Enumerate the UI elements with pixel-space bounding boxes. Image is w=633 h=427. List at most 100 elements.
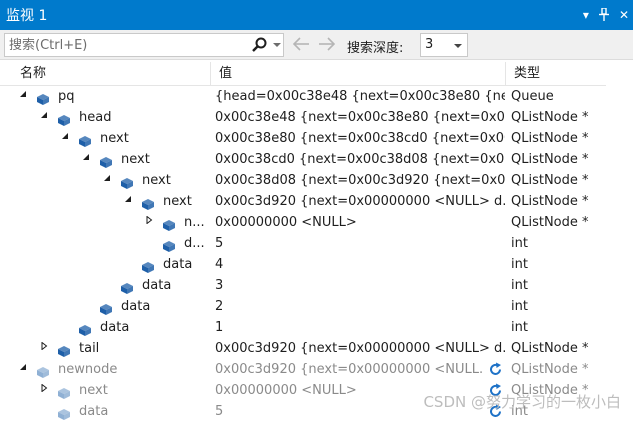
row-type: QListNode *	[511, 362, 589, 377]
row-name: pq	[58, 89, 75, 104]
search-depth-label: 搜索深度:	[347, 41, 404, 56]
row-value[interactable]: 0x00c3d920 {next=0x00000000 <NULL> d...	[215, 338, 505, 359]
search-forward-icon[interactable]	[318, 36, 336, 56]
column-header-type[interactable]: 类型	[506, 62, 606, 85]
row-value[interactable]: 3	[215, 275, 505, 296]
watch-row[interactable]: newnode 0x00c3d920 {next=0x00000000 <NULL…	[0, 359, 606, 380]
search-options-dropdown-icon[interactable]	[273, 43, 281, 47]
pin-icon[interactable]	[598, 6, 610, 23]
row-type: int	[511, 320, 528, 335]
watch-row[interactable]: pq {head=0x00c38e48 {next=0x00c38e80 {ne.…	[0, 86, 606, 107]
window-title: 监视 1	[6, 8, 48, 24]
row-value[interactable]: 2	[215, 296, 505, 317]
row-type: QListNode *	[511, 194, 589, 209]
expanded-arrow-icon[interactable]	[60, 128, 70, 149]
watch-row[interactable]: next 0x00c38e80 {next=0x00c38cd0 {next=0x…	[0, 128, 606, 149]
row-name: next	[79, 383, 108, 398]
refresh-icon[interactable]	[488, 362, 503, 377]
search-box	[4, 33, 284, 57]
row-value[interactable]: 0x00c3d920 {next=0x00000000 <NULL...	[215, 359, 483, 380]
search-icon[interactable]	[251, 36, 269, 54]
collapsed-arrow-icon[interactable]	[144, 212, 154, 233]
row-type: QListNode *	[511, 131, 589, 146]
field-cube-icon	[121, 280, 133, 294]
watermark: CSDN @努力学习的一枚小白	[423, 393, 621, 411]
row-name: next	[100, 131, 129, 146]
row-name: d...	[184, 236, 205, 251]
collapsed-arrow-icon[interactable]	[39, 380, 49, 401]
chevron-down-icon	[454, 44, 462, 48]
field-cube-icon	[79, 133, 91, 147]
watch-row[interactable]: data 2 int	[0, 296, 606, 317]
watch-row[interactable]: tail 0x00c3d920 {next=0x00000000 <NULL> d…	[0, 338, 606, 359]
search-backward-icon[interactable]	[292, 36, 310, 56]
row-value[interactable]: 0x00c38e80 {next=0x00c38cd0 {next=0x00..…	[215, 128, 505, 149]
row-name: newnode	[58, 362, 118, 377]
row-value[interactable]: 0x00000000 <NULL>	[215, 212, 505, 233]
row-value[interactable]: 0x00c3d920 {next=0x00000000 <NULL> d...	[215, 191, 505, 212]
expanded-arrow-icon[interactable]	[81, 149, 91, 170]
row-type: QListNode *	[511, 152, 589, 167]
watch-row[interactable]: data 1 int	[0, 317, 606, 338]
search-input[interactable]	[5, 34, 249, 56]
search-depth-select[interactable]: 3	[420, 33, 468, 57]
row-value[interactable]: {head=0x00c38e48 {next=0x00c38e80 {ne...	[215, 86, 505, 107]
field-cube-icon	[79, 322, 91, 336]
window-menu-dropdown-icon[interactable]: ▾	[583, 9, 589, 21]
field-cube-icon	[142, 196, 154, 210]
row-value[interactable]: 0x00c38d08 {next=0x00c3d920 {next=0x0...	[215, 170, 505, 191]
row-name: next	[142, 173, 171, 188]
watch-window-titlebar: 监视 1 ▾ ✕	[0, 0, 633, 30]
field-cube-icon	[37, 364, 49, 378]
row-name: n...	[184, 215, 205, 230]
field-cube-icon	[142, 259, 154, 273]
watch-row[interactable]: d... 5 int	[0, 233, 606, 254]
field-cube-icon	[58, 406, 70, 420]
row-name: data	[121, 299, 151, 314]
row-name: data	[142, 278, 172, 293]
expanded-arrow-icon[interactable]	[39, 107, 49, 128]
watch-toolbar: 搜索深度: 3	[0, 30, 633, 60]
row-name: data	[79, 404, 109, 419]
row-name: tail	[79, 341, 100, 356]
row-value[interactable]: 5	[215, 233, 505, 254]
row-type: int	[511, 299, 528, 314]
row-value[interactable]: 0x00c38e48 {next=0x00c38e80 {next=0x00..…	[215, 107, 505, 128]
column-header-name[interactable]: 名称	[12, 62, 211, 85]
expanded-arrow-icon[interactable]	[102, 170, 112, 191]
row-type: int	[511, 257, 528, 272]
watch-row[interactable]: head 0x00c38e48 {next=0x00c38e80 {next=0x…	[0, 107, 606, 128]
row-value[interactable]: 4	[215, 254, 505, 275]
watch-row[interactable]: next 0x00c38cd0 {next=0x00c38d08 {next=0x…	[0, 149, 606, 170]
field-cube-icon	[37, 91, 49, 105]
row-name: next	[121, 152, 150, 167]
row-name: data	[100, 320, 130, 335]
scroll-gutter	[606, 62, 633, 422]
watch-row[interactable]: next 0x00c38d08 {next=0x00c3d920 {next=0x…	[0, 170, 606, 191]
expanded-arrow-icon[interactable]	[123, 191, 133, 212]
row-type: QListNode *	[511, 110, 589, 125]
collapsed-arrow-icon[interactable]	[39, 338, 49, 359]
field-cube-icon	[121, 175, 133, 189]
watch-row[interactable]: n... 0x00000000 <NULL> QListNode *	[0, 212, 606, 233]
expanded-arrow-icon[interactable]	[18, 359, 28, 380]
row-type: QListNode *	[511, 341, 589, 356]
row-value[interactable]: 0x00c38cd0 {next=0x00c38d08 {next=0x00..…	[215, 149, 505, 170]
close-icon[interactable]: ✕	[619, 9, 629, 21]
watch-row[interactable]: data 3 int	[0, 275, 606, 296]
column-header: 名称 值 类型	[0, 62, 606, 86]
field-cube-icon	[100, 301, 112, 315]
field-cube-icon	[100, 154, 112, 168]
column-header-value[interactable]: 值	[211, 62, 506, 85]
row-type: int	[511, 278, 528, 293]
row-value[interactable]: 1	[215, 317, 505, 338]
watch-row[interactable]: next 0x00c3d920 {next=0x00000000 <NULL> d…	[0, 191, 606, 212]
expanded-arrow-icon[interactable]	[18, 86, 28, 107]
row-type: QListNode *	[511, 215, 589, 230]
search-depth-value: 3	[425, 37, 434, 52]
field-cube-icon	[163, 238, 175, 252]
row-type: int	[511, 236, 528, 251]
row-type: Queue	[511, 89, 554, 104]
watch-row[interactable]: data 4 int	[0, 254, 606, 275]
field-cube-icon	[163, 217, 175, 231]
